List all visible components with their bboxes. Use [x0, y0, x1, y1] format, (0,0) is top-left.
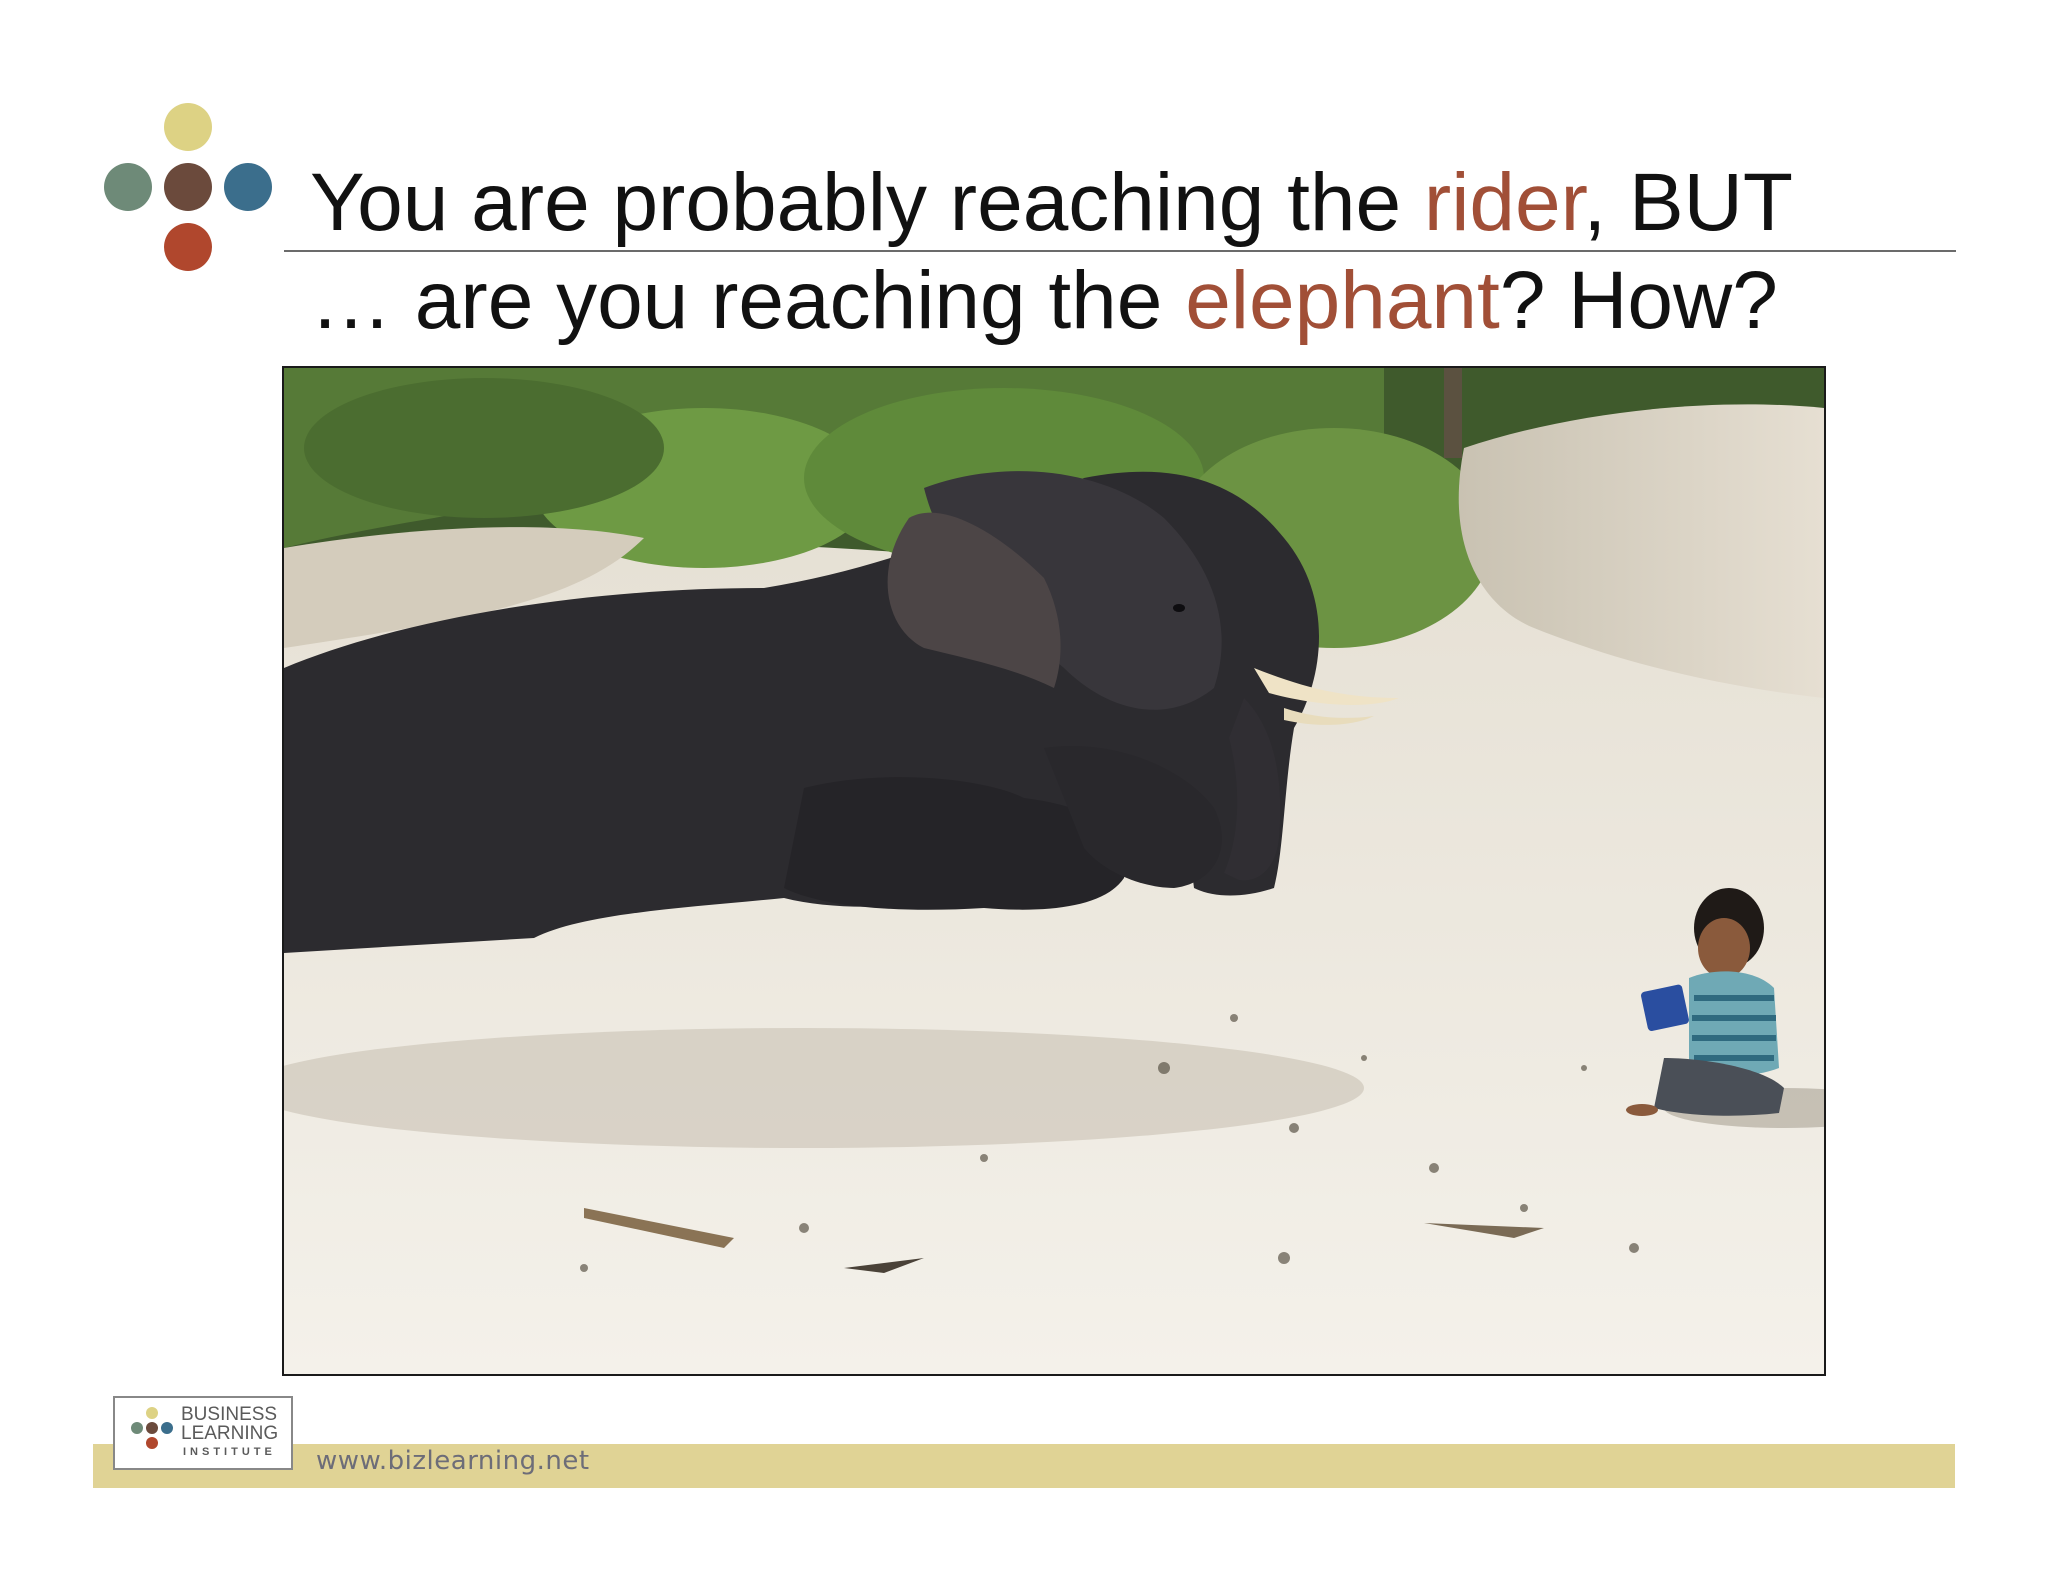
- elephant-and-child-illustration: [284, 368, 1824, 1374]
- slide-title-line-1: You are probably reaching the rider, BUT: [310, 162, 1793, 244]
- dot-left-green: [104, 163, 152, 211]
- logo-line-learning: LEARNING: [181, 1423, 279, 1444]
- dot-bottom-red: [164, 223, 212, 271]
- elephant-photo: [282, 366, 1826, 1376]
- title-line-2-text: … are you reaching the: [310, 255, 1186, 346]
- title-line-1-tail: , BUT: [1583, 157, 1793, 248]
- title-accent-rider: rider: [1423, 157, 1584, 248]
- business-learning-institute-logo: BUSINESS LEARNING INSTITUTE: [113, 1396, 293, 1470]
- title-accent-elephant: elephant: [1185, 255, 1500, 346]
- logo-dot-blue: [161, 1422, 173, 1434]
- logo-line-institute: INSTITUTE: [183, 1446, 276, 1458]
- logo-dot-red: [146, 1437, 158, 1449]
- title-divider: [284, 250, 1956, 252]
- slide-title-line-2: … are you reaching the elephant? How?: [310, 260, 1778, 342]
- footer-website-url: www.bizlearning.net: [316, 1446, 590, 1476]
- logo-dot-green: [131, 1422, 143, 1434]
- title-line-1-text: You are probably reaching the: [310, 157, 1424, 248]
- logo-dot-brown: [146, 1422, 158, 1434]
- title-line-2-tail: ? How?: [1499, 255, 1778, 346]
- logo-dot-yellow: [146, 1407, 158, 1419]
- dot-center-brown: [164, 163, 212, 211]
- dot-top-yellow: [164, 103, 212, 151]
- dot-right-blue: [224, 163, 272, 211]
